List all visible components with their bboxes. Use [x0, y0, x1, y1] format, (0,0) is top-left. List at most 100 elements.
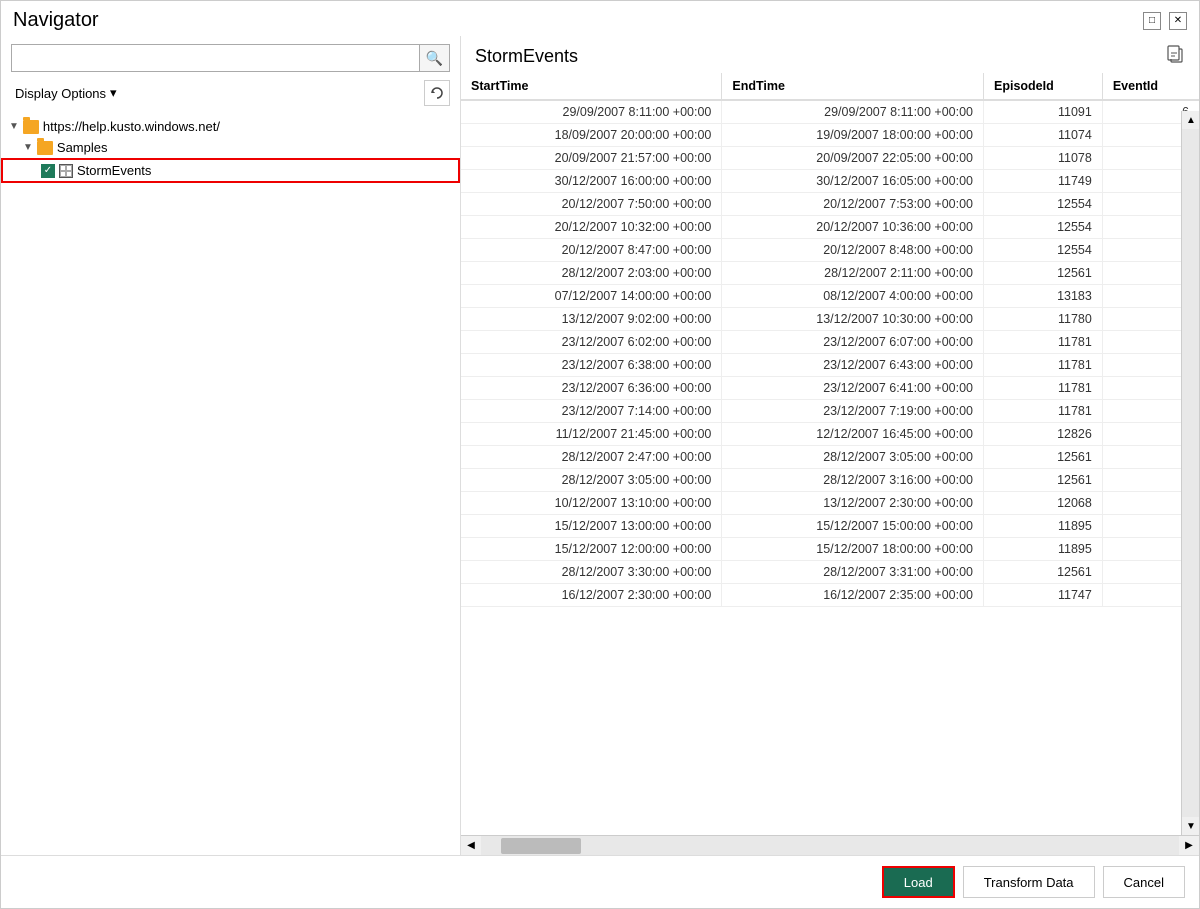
table-cell: 28/12/2007 2:11:00 +00:00: [722, 262, 984, 285]
right-panel: StormEvents StartTime EndTi: [461, 36, 1199, 855]
navigator-window: Navigator □ ✕ 🔍 Display Options ▾: [0, 0, 1200, 909]
table-row: 28/12/2007 3:30:00 +00:0028/12/2007 3:31…: [461, 561, 1199, 584]
load-button[interactable]: Load: [882, 866, 955, 898]
table-cell: 15/12/2007 12:00:00 +00:00: [461, 538, 722, 561]
search-input[interactable]: [11, 44, 420, 72]
table-cell: 10/12/2007 13:10:00 +00:00: [461, 492, 722, 515]
table-cell: 12554: [984, 193, 1103, 216]
vertical-scrollbar: ▲ ▼: [1181, 111, 1199, 835]
table-row: 20/12/2007 8:47:00 +00:0020/12/2007 8:48…: [461, 239, 1199, 262]
chevron-icon: ▼: [23, 142, 33, 153]
table-cell: 11747: [984, 584, 1103, 607]
preview-header: StormEvents: [461, 36, 1199, 73]
table-row: 20/09/2007 21:57:00 +00:0020/09/2007 22:…: [461, 147, 1199, 170]
table-cell: 12826: [984, 423, 1103, 446]
table-cell: 13/12/2007 10:30:00 +00:00: [722, 308, 984, 331]
col-header-endtime: EndTime: [722, 73, 984, 100]
table-cell: 16/12/2007 2:30:00 +00:00: [461, 584, 722, 607]
display-options-row: Display Options ▾: [1, 78, 460, 112]
minimize-button[interactable]: □: [1143, 12, 1161, 30]
table-row: 23/12/2007 6:38:00 +00:0023/12/2007 6:43…: [461, 354, 1199, 377]
table-cell: 11895: [984, 515, 1103, 538]
window-title: Navigator: [13, 9, 99, 32]
close-button[interactable]: ✕: [1169, 12, 1187, 30]
scroll-right-button[interactable]: ▶: [1179, 836, 1199, 856]
transform-data-button[interactable]: Transform Data: [963, 866, 1095, 898]
tree-node-samples[interactable]: ▼ Samples: [1, 137, 460, 158]
table-row: 16/12/2007 2:30:00 +00:0016/12/2007 2:35…: [461, 584, 1199, 607]
table-row: 10/12/2007 13:10:00 +00:0013/12/2007 2:3…: [461, 492, 1199, 515]
table-row: 28/12/2007 2:47:00 +00:0028/12/2007 3:05…: [461, 446, 1199, 469]
table-cell: 11895: [984, 538, 1103, 561]
table-cell: 30/12/2007 16:00:00 +00:00: [461, 170, 722, 193]
table-cell: 23/12/2007 6:38:00 +00:00: [461, 354, 722, 377]
table-cell: 12561: [984, 262, 1103, 285]
scroll-up-button[interactable]: ▲: [1182, 111, 1199, 129]
table-cell: 28/12/2007 3:16:00 +00:00: [722, 469, 984, 492]
table-cell: 23/12/2007 6:02:00 +00:00: [461, 331, 722, 354]
preview-export-button[interactable]: [1165, 44, 1185, 69]
table-row: 23/12/2007 6:36:00 +00:0023/12/2007 6:41…: [461, 377, 1199, 400]
table-cell: 12/12/2007 16:45:00 +00:00: [722, 423, 984, 446]
samples-label: Samples: [57, 140, 108, 155]
table-cell: 23/12/2007 7:19:00 +00:00: [722, 400, 984, 423]
table-cell: 13/12/2007 9:02:00 +00:00: [461, 308, 722, 331]
table-cell: 12068: [984, 492, 1103, 515]
table-cell: 23/12/2007 6:36:00 +00:00: [461, 377, 722, 400]
data-table-scroll[interactable]: StartTime EndTime EpisodeId EventId 29/0…: [461, 73, 1199, 835]
horiz-scroll-thumb: [501, 838, 581, 854]
scroll-left-button[interactable]: ◀: [461, 836, 481, 856]
table-cell: 11074: [984, 124, 1103, 147]
table-cell: 18/09/2007 20:00:00 +00:00: [461, 124, 722, 147]
tree-area: ▼ https://help.kusto.windows.net/ ▼ Samp…: [1, 112, 460, 855]
table-cell: 07/12/2007 14:00:00 +00:00: [461, 285, 722, 308]
title-bar: Navigator □ ✕: [1, 1, 1199, 36]
table-cell: 28/12/2007 2:47:00 +00:00: [461, 446, 722, 469]
table-cell: 28/12/2007 2:03:00 +00:00: [461, 262, 722, 285]
table-row: 20/12/2007 7:50:00 +00:0020/12/2007 7:53…: [461, 193, 1199, 216]
search-button[interactable]: 🔍: [420, 44, 450, 72]
table-cell: 30/12/2007 16:05:00 +00:00: [722, 170, 984, 193]
table-row: 13/12/2007 9:02:00 +00:0013/12/2007 10:3…: [461, 308, 1199, 331]
table-cell: 11749: [984, 170, 1103, 193]
table-row: 07/12/2007 14:00:00 +00:0008/12/2007 4:0…: [461, 285, 1199, 308]
table-cell: 11091: [984, 100, 1103, 124]
table-cell: 11781: [984, 377, 1103, 400]
table-cell: 12554: [984, 216, 1103, 239]
data-table-wrapper: StartTime EndTime EpisodeId EventId 29/0…: [461, 73, 1199, 855]
table-cell: 11781: [984, 354, 1103, 377]
footer: Load Transform Data Cancel: [1, 855, 1199, 908]
table-cell: 12561: [984, 561, 1103, 584]
horiz-scroll-track[interactable]: [481, 836, 1179, 855]
table-row: 18/09/2007 20:00:00 +00:0019/09/2007 18:…: [461, 124, 1199, 147]
table-cell: 28/12/2007 3:05:00 +00:00: [461, 469, 722, 492]
table-cell: 28/12/2007 3:30:00 +00:00: [461, 561, 722, 584]
display-options-label: Display Options: [15, 86, 106, 101]
tree-node-stormevents[interactable]: ✓ StormEvents: [1, 158, 460, 183]
table-cell: 28/12/2007 3:31:00 +00:00: [722, 561, 984, 584]
table-cell: 20/12/2007 8:48:00 +00:00: [722, 239, 984, 262]
display-options-button[interactable]: Display Options ▾: [11, 83, 121, 103]
table-cell: 23/12/2007 6:41:00 +00:00: [722, 377, 984, 400]
table-cell: 12561: [984, 446, 1103, 469]
table-row: 23/12/2007 6:02:00 +00:0023/12/2007 6:07…: [461, 331, 1199, 354]
table-cell: 15/12/2007 15:00:00 +00:00: [722, 515, 984, 538]
table-row: 28/12/2007 2:03:00 +00:0028/12/2007 2:11…: [461, 262, 1199, 285]
refresh-button[interactable]: [424, 80, 450, 106]
cancel-button[interactable]: Cancel: [1103, 866, 1185, 898]
table-cell: 15/12/2007 18:00:00 +00:00: [722, 538, 984, 561]
tree-node-root[interactable]: ▼ https://help.kusto.windows.net/: [1, 116, 460, 137]
title-bar-controls: □ ✕: [1143, 12, 1187, 30]
chevron-icon: ▼: [9, 121, 19, 132]
scroll-down-button[interactable]: ▼: [1182, 817, 1199, 835]
table-cell: 08/12/2007 4:00:00 +00:00: [722, 285, 984, 308]
table-cell: 13/12/2007 2:30:00 +00:00: [722, 492, 984, 515]
table-cell: 11078: [984, 147, 1103, 170]
col-header-starttime: StartTime: [461, 73, 722, 100]
folder-icon: [37, 141, 53, 155]
data-table: StartTime EndTime EpisodeId EventId 29/0…: [461, 73, 1199, 607]
table-cell: 12561: [984, 469, 1103, 492]
table-row: 11/12/2007 21:45:00 +00:0012/12/2007 16:…: [461, 423, 1199, 446]
table-row: 15/12/2007 13:00:00 +00:0015/12/2007 15:…: [461, 515, 1199, 538]
search-row: 🔍: [1, 44, 460, 78]
